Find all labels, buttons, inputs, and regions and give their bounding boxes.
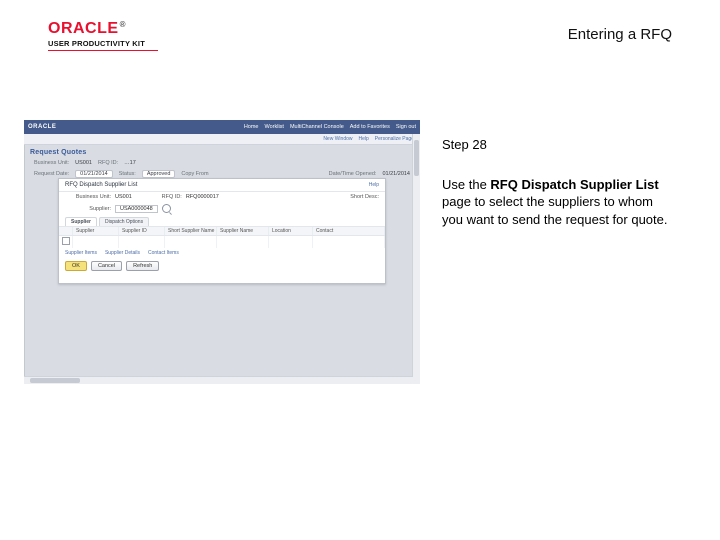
oracle-upk-logo: ORACLE® USER PRODUCTIVITY KIT bbox=[48, 20, 158, 51]
link-supplier-items[interactable]: Supplier Items bbox=[65, 250, 97, 256]
oracle-wordmark: ORACLE® bbox=[48, 20, 158, 38]
instruction-prefix: Use the bbox=[442, 177, 490, 192]
cell-contact bbox=[313, 236, 385, 248]
dialog-button-row: OK Cancel Refresh bbox=[59, 258, 385, 274]
dialog-meta-row: Business Unit: US001 RFQ ID: RFQ0000017 … bbox=[59, 192, 385, 202]
rfq-label: RFQ ID: bbox=[98, 160, 118, 166]
rfq-dispatch-supplier-list-dialog: RFQ Dispatch Supplier List Help Business… bbox=[58, 178, 386, 284]
document-title: Entering a RFQ bbox=[568, 26, 672, 43]
page-header: ORACLE® USER PRODUCTIVITY KIT Entering a… bbox=[48, 20, 672, 60]
step-instruction-text: Use the RFQ Dispatch Supplier List page … bbox=[442, 176, 672, 229]
dlg-bu-label: Business Unit: bbox=[65, 194, 111, 200]
meta-row-1: Business Unit: US001 RFQ ID: …17 bbox=[24, 158, 420, 168]
instruction-panel: Step 28 Use the RFQ Dispatch Supplier Li… bbox=[442, 136, 672, 228]
nav-signout[interactable]: Sign out bbox=[396, 124, 416, 130]
link-contact-items[interactable]: Contact Items bbox=[148, 250, 179, 256]
col-select bbox=[59, 227, 73, 235]
bu-label: Business Unit: bbox=[34, 160, 69, 166]
vertical-scroll-thumb[interactable] bbox=[414, 140, 419, 176]
dlg-rfq-value: RFQ0000017 bbox=[186, 194, 219, 200]
dlg-rfq-label: RFQ ID: bbox=[136, 194, 182, 200]
horizontal-scrollbar[interactable] bbox=[24, 376, 413, 384]
req-date-value[interactable]: 01/21/2014 bbox=[75, 170, 113, 178]
horizontal-scroll-thumb[interactable] bbox=[30, 378, 80, 383]
step-number: Step 28 bbox=[442, 136, 672, 154]
nav-worklist[interactable]: Worklist bbox=[264, 124, 283, 130]
datetime-value: 01/21/2014 bbox=[382, 171, 410, 177]
instruction-bold: RFQ Dispatch Supplier List bbox=[490, 177, 658, 192]
col-supplier-name[interactable]: Supplier Name bbox=[217, 227, 269, 235]
datetime-label: Date/Time Opened: bbox=[329, 171, 377, 177]
cancel-button[interactable]: Cancel bbox=[91, 261, 122, 271]
nav-multichannel[interactable]: MultiChannel Console bbox=[290, 124, 344, 130]
nav-home[interactable]: Home bbox=[244, 124, 259, 130]
col-supplier[interactable]: Supplier bbox=[73, 227, 119, 235]
col-short-name[interactable]: Short Supplier Name bbox=[165, 227, 217, 235]
tab-dispatch-options[interactable]: Dispatch Options bbox=[99, 217, 149, 226]
oracle-text: ORACLE bbox=[48, 20, 119, 37]
cell-supplier bbox=[73, 236, 119, 248]
instruction-suffix: page to select the suppliers to whom you… bbox=[442, 194, 667, 227]
supplier-grid-header: Supplier Supplier ID Short Supplier Name… bbox=[59, 226, 385, 236]
dlg-shortdesc-label: Short Desc: bbox=[333, 194, 379, 200]
col-supplier-id[interactable]: Supplier ID bbox=[119, 227, 165, 235]
dialog-titlebar: RFQ Dispatch Supplier List Help bbox=[59, 179, 385, 192]
vertical-scrollbar[interactable] bbox=[412, 134, 420, 384]
app-subnav: New Window Help Personalize Page bbox=[24, 134, 420, 145]
cell-location bbox=[269, 236, 313, 248]
req-date-label: Request Date: bbox=[34, 171, 69, 177]
col-contact[interactable]: Contact bbox=[313, 227, 385, 235]
ok-button[interactable]: OK bbox=[65, 261, 87, 271]
product-line-text: USER PRODUCTIVITY KIT bbox=[48, 39, 158, 48]
dialog-link-row: Supplier Items Supplier Details Contact … bbox=[59, 248, 385, 258]
app-topbar: ORACLE Home Worklist MultiChannel Consol… bbox=[24, 120, 420, 134]
copy-from-label[interactable]: Copy From bbox=[181, 171, 208, 177]
page-section-title: Request Quotes bbox=[24, 145, 420, 158]
dialog-tabs: Supplier Dispatch Options bbox=[59, 215, 385, 226]
dialog-title: RFQ Dispatch Supplier List bbox=[65, 182, 137, 188]
cell-short-name bbox=[165, 236, 217, 248]
supplier-grid-row[interactable] bbox=[59, 236, 385, 248]
logo-underline bbox=[48, 50, 158, 51]
app-top-nav: Home Worklist MultiChannel Console Add t… bbox=[244, 124, 416, 130]
subnav-personalize[interactable]: Personalize Page bbox=[375, 136, 414, 142]
subnav-help[interactable]: Help bbox=[359, 136, 369, 142]
status-value[interactable]: Approved bbox=[142, 170, 176, 178]
row-checkbox[interactable] bbox=[62, 237, 70, 245]
supplier-input[interactable]: USA0000048 bbox=[115, 205, 158, 213]
tab-supplier[interactable]: Supplier bbox=[65, 217, 97, 226]
registered-mark: ® bbox=[120, 20, 126, 29]
rfq-value: …17 bbox=[124, 160, 136, 166]
cell-supplier-name bbox=[217, 236, 269, 248]
bu-value: US001 bbox=[75, 160, 92, 166]
cell-supplier-id bbox=[119, 236, 165, 248]
nav-favorites[interactable]: Add to Favorites bbox=[350, 124, 390, 130]
dlg-supplier-label: Supplier: bbox=[65, 206, 111, 212]
col-location[interactable]: Location bbox=[269, 227, 313, 235]
app-brand: ORACLE bbox=[28, 124, 56, 130]
lookup-icon[interactable] bbox=[162, 204, 171, 213]
status-label: Status: bbox=[119, 171, 136, 177]
refresh-button[interactable]: Refresh bbox=[126, 261, 159, 271]
embedded-screenshot: ORACLE Home Worklist MultiChannel Consol… bbox=[24, 120, 420, 384]
dialog-help-link[interactable]: Help bbox=[369, 182, 379, 188]
link-supplier-details[interactable]: Supplier Details bbox=[105, 250, 140, 256]
dlg-bu-value: US001 bbox=[115, 194, 132, 200]
subnav-new-window[interactable]: New Window bbox=[323, 136, 352, 142]
dialog-supplier-row: Supplier: USA0000048 bbox=[59, 202, 385, 215]
